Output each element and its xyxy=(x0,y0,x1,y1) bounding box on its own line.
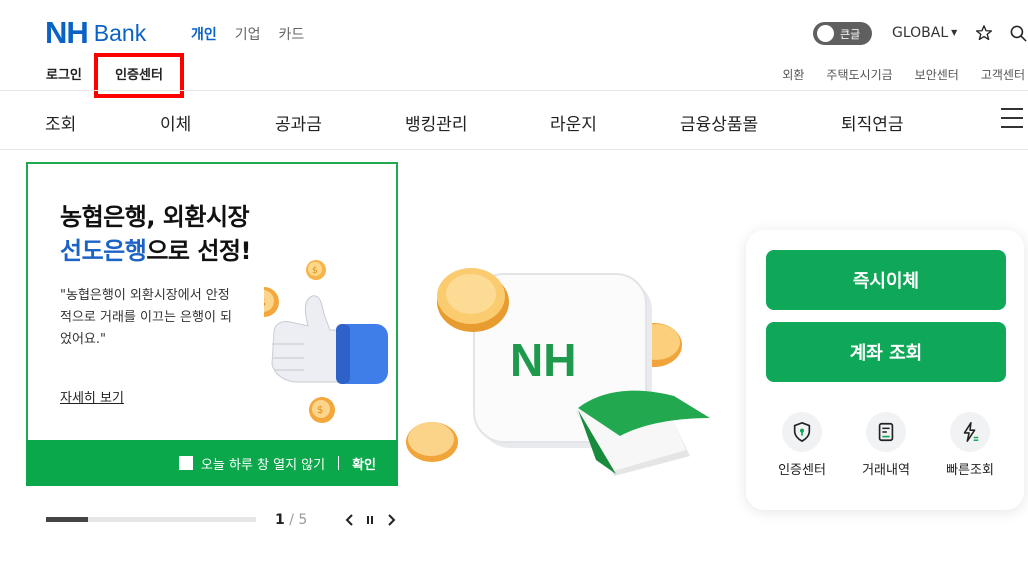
util-link-housing-fund[interactable]: 주택도시기금 xyxy=(826,66,892,83)
banner-title-highlight: 선도은행 xyxy=(60,237,147,265)
svg-text:$: $ xyxy=(317,405,323,416)
global-menu[interactable]: GLOBAL ▼ xyxy=(892,25,957,41)
slide-progress-fill xyxy=(46,517,88,522)
star-icon[interactable] xyxy=(975,24,993,42)
nh-bank-logo[interactable]: NH Bank xyxy=(45,15,147,50)
tab-personal[interactable]: 개인 xyxy=(191,24,217,44)
util-link-security-center[interactable]: 보안센터 xyxy=(915,66,959,83)
big-text-label: 큰글 xyxy=(840,27,861,41)
util-link-customer-center[interactable]: 고객센터 xyxy=(981,66,1025,83)
nh-card-illustration: NH xyxy=(406,268,710,476)
quick-transaction-history[interactable]: 거래내역 xyxy=(856,412,916,478)
util-link-forex[interactable]: 외환 xyxy=(782,66,804,83)
login-link[interactable]: 로그인 xyxy=(46,64,82,83)
banner-more-link[interactable]: 자세히 보기 xyxy=(60,387,124,406)
no-show-today-checkbox[interactable] xyxy=(178,456,193,470)
logo-nh-text: NH xyxy=(45,15,89,50)
receipt-icon xyxy=(866,412,906,452)
nav-item-lounge[interactable]: 라운지 xyxy=(550,110,597,135)
toggle-knob xyxy=(817,25,834,42)
promo-banner: 농협은행, 외환시장 선도은행으로 선정! "농협은행이 외환시장에서 안정적으… xyxy=(26,162,398,486)
cert-center-link[interactable]: 인증센터 xyxy=(94,53,184,98)
no-show-today-label[interactable]: 오늘 하루 창 열지 않기 xyxy=(201,454,325,473)
nav-item-product-mall[interactable]: 금융상품몰 xyxy=(680,110,758,135)
quick-fast-inquiry[interactable]: 빠른조회 xyxy=(940,412,1000,478)
nav-item-banking-management[interactable]: 뱅킹관리 xyxy=(405,110,468,135)
global-label: GLOBAL xyxy=(892,25,949,41)
shield-icon xyxy=(782,412,822,452)
nav-item-pension[interactable]: 퇴직연금 xyxy=(841,110,904,135)
big-text-toggle[interactable]: 큰글 xyxy=(813,22,872,45)
svg-text:$: $ xyxy=(312,266,318,276)
banner-description: "농협은행이 외환시장에서 안정적으로 거래를 이끄는 은행이 되었어요." xyxy=(60,288,233,347)
pause-icon[interactable] xyxy=(363,513,377,527)
quick-cert-center[interactable]: 인증센터 xyxy=(772,412,832,478)
quick-fast-inquiry-label: 빠른조회 xyxy=(946,463,994,478)
banner-confirm-button[interactable]: 확인 xyxy=(352,454,376,473)
quick-cert-center-label: 인증센터 xyxy=(778,463,826,478)
slide-counter: 1 / 5 xyxy=(275,512,307,528)
account-inquiry-button[interactable]: 계좌 조회 xyxy=(766,322,1006,382)
lightning-icon xyxy=(950,412,990,452)
thumbs-up-illustration: $ $ $ xyxy=(264,260,388,423)
nav-divider xyxy=(0,149,1028,150)
slide-separator: / xyxy=(289,512,294,528)
caret-down-icon: ▼ xyxy=(951,28,958,37)
instant-transfer-button[interactable]: 즉시이체 xyxy=(766,250,1006,310)
quick-menu-panel: 즉시이체 계좌 조회 인증센터 거래내역 빠른조회 xyxy=(746,230,1024,510)
card-nh-text: NH xyxy=(510,334,576,386)
quick-transaction-history-label: 거래내역 xyxy=(862,463,910,478)
tab-business[interactable]: 기업 xyxy=(235,24,261,44)
banner-title-rest: 으로 선정! xyxy=(146,237,251,265)
next-slide-icon[interactable] xyxy=(384,513,398,527)
utility-links: 외환 주택도시기금 보안센터 고객센터 xyxy=(782,66,1025,83)
banner-footer-bar: 오늘 하루 창 열지 않기 확인 xyxy=(26,440,398,486)
slide-total: 5 xyxy=(298,512,308,528)
cert-center-label: 인증센터 xyxy=(115,68,163,83)
prev-slide-icon[interactable] xyxy=(343,513,357,527)
header-divider xyxy=(0,90,1028,91)
footer-separator xyxy=(338,456,340,470)
logo-bank-text: Bank xyxy=(93,20,147,46)
slide-current: 1 xyxy=(275,512,285,528)
slide-progress-bar xyxy=(46,517,256,522)
nav-item-public-dues[interactable]: 공과금 xyxy=(275,110,322,135)
nav-item-inquiry[interactable]: 조회 xyxy=(45,110,76,135)
nav-item-transfer[interactable]: 이체 xyxy=(160,110,191,135)
banner-title-line1: 농협은행, 외환시장 xyxy=(60,203,250,231)
tab-card[interactable]: 카드 xyxy=(279,24,305,44)
customer-segment-tabs: 개인 기업 카드 xyxy=(191,24,304,44)
hamburger-menu-icon[interactable] xyxy=(1001,108,1023,128)
svg-text:$: $ xyxy=(264,296,266,309)
search-icon[interactable] xyxy=(1009,24,1028,43)
banner-title: 농협은행, 외환시장 선도은행으로 선정! xyxy=(60,200,251,268)
